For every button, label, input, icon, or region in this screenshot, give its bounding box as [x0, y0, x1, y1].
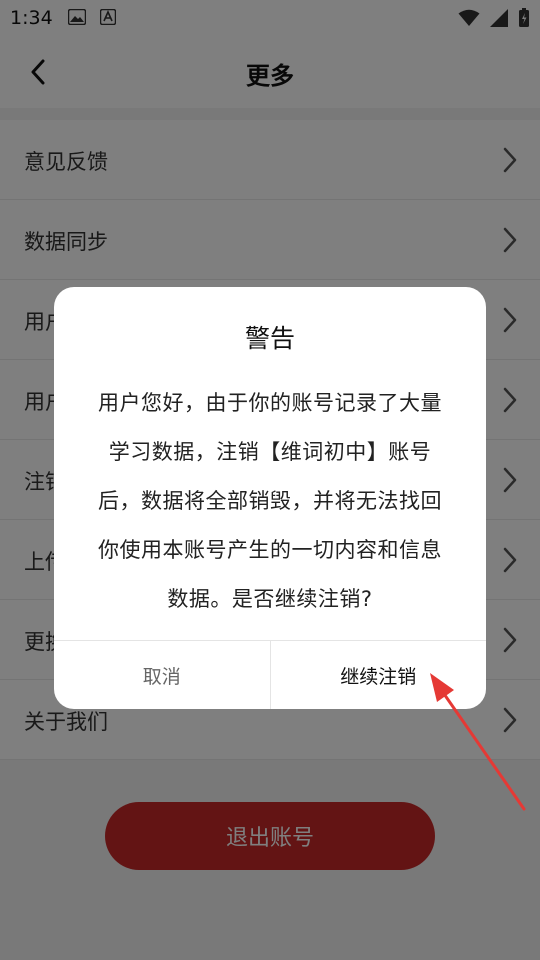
dialog-title: 警告 [244, 324, 295, 353]
dialog-message-line: 数据。是否继续注销? [167, 587, 373, 611]
warning-dialog: 警告 用户您好，由于你的账号记录了大量 学习数据，注销【维词初中】账号 后，数据… [54, 287, 486, 709]
cancel-button[interactable]: 取消 [54, 641, 271, 709]
dialog-message-line: 学习数据，注销【维词初中】账号 [108, 440, 432, 464]
annotation-arrow-icon [430, 673, 526, 811]
dialog-message-line: 你使用本账号产生的一切内容和信息 [98, 538, 442, 562]
dialog-message-line: 后，数据将全部销毁，并将无法找回 [98, 489, 442, 513]
dialog-message-line: 用户您好，由于你的账号记录了大量 [98, 391, 442, 415]
dialog-message: 用户您好，由于你的账号记录了大量 学习数据，注销【维词初中】账号 后，数据将全部… [84, 379, 456, 624]
